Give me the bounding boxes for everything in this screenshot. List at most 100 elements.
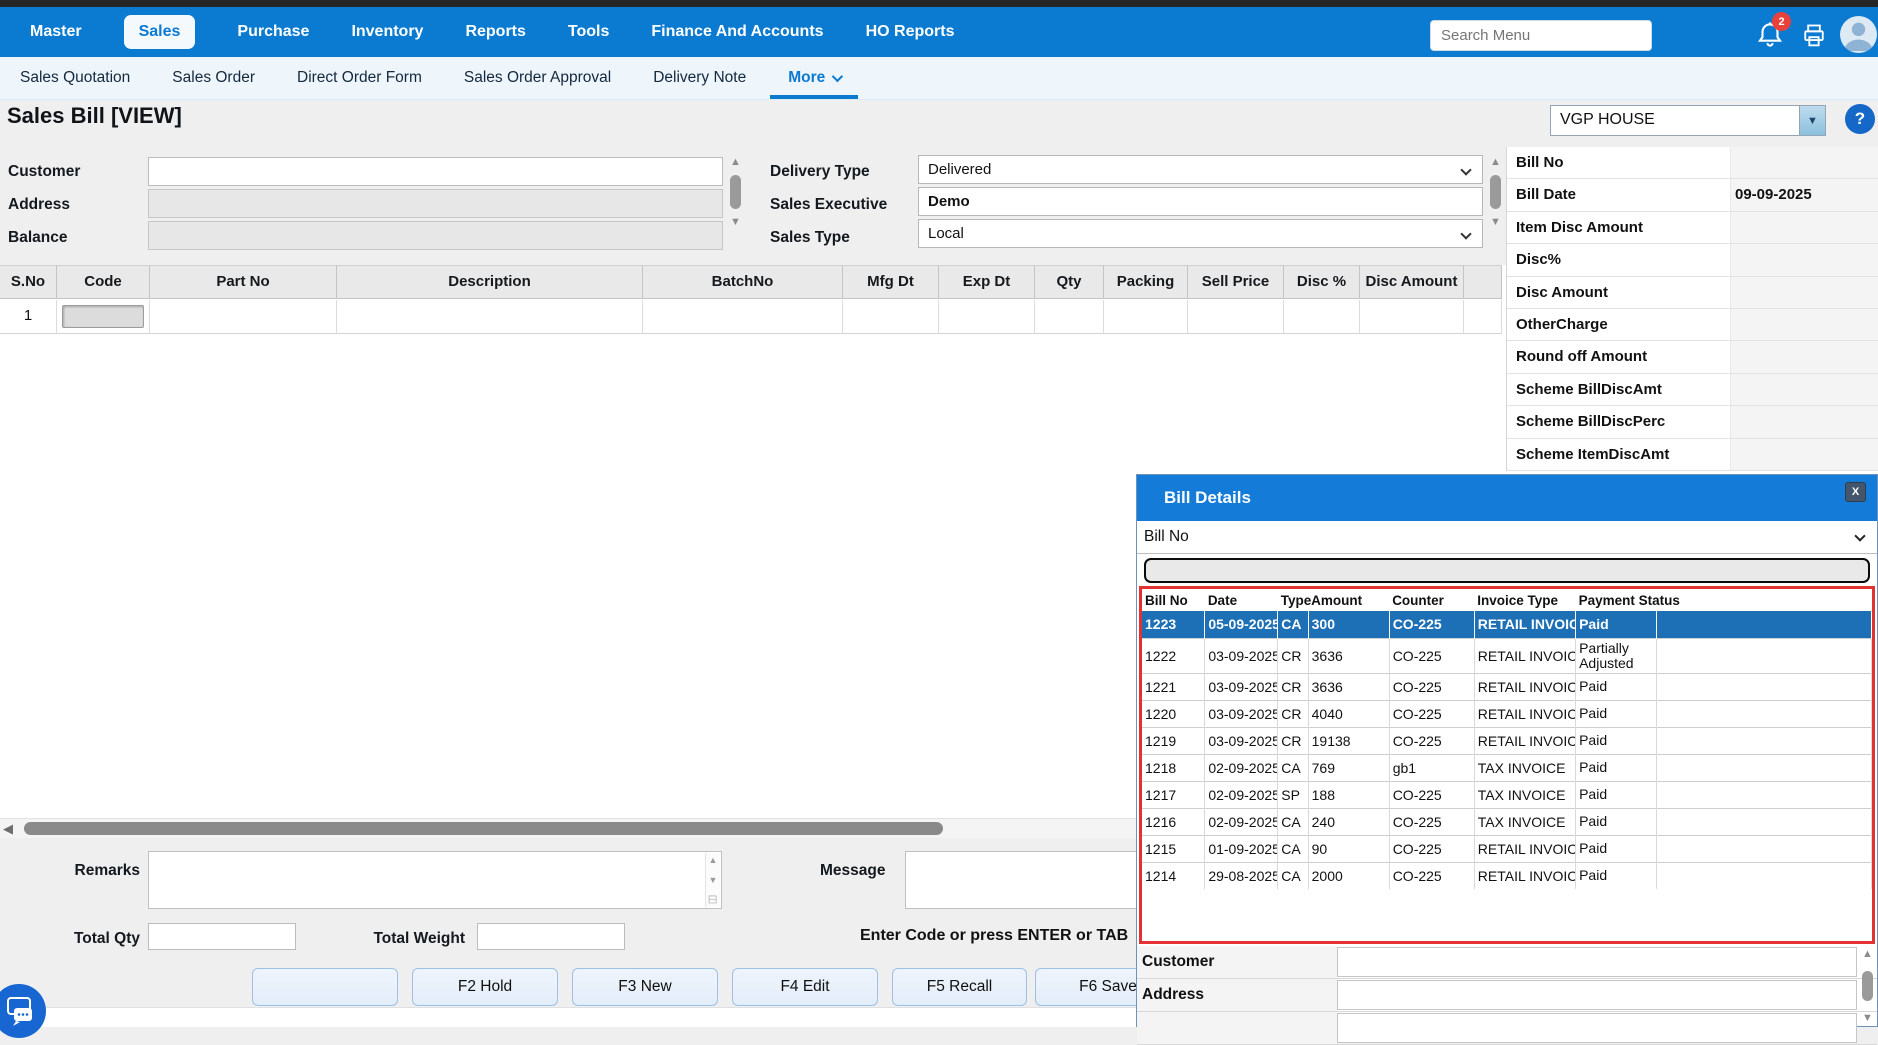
grid-first-row[interactable]: 1 <box>0 300 1502 334</box>
bill-cell[interactable]: CR <box>1278 638 1308 673</box>
bill-cell[interactable]: gb1 <box>1389 754 1474 781</box>
grid-cell-sell-price[interactable] <box>1188 300 1284 334</box>
bill-cell[interactable] <box>1657 673 1872 700</box>
bill-cell[interactable]: CR <box>1278 727 1308 754</box>
bill-cell[interactable]: RETAIL INVOICE <box>1474 835 1575 862</box>
remarks-textarea[interactable] <box>149 852 721 908</box>
grid-cell-s-no[interactable]: 1 <box>0 300 57 334</box>
bill-cell[interactable]: 1217 <box>1142 781 1205 808</box>
chat-widget-icon[interactable] <box>0 984 46 1038</box>
bill-cell[interactable]: RETAIL INVOICE <box>1474 862 1575 889</box>
bill-cell[interactable]: 03-09-2025 <box>1205 727 1278 754</box>
customer-input[interactable] <box>148 157 723 186</box>
nav-item-master[interactable]: Master <box>30 23 82 41</box>
bill-cell[interactable]: 29-08-2025 <box>1205 862 1278 889</box>
bill-cell[interactable]: RETAIL INVOICE <box>1474 727 1575 754</box>
f4-edit-button[interactable]: F4 Edit <box>732 968 878 1006</box>
bill-cell[interactable] <box>1657 754 1872 781</box>
sales-executive-field[interactable]: Demo <box>918 187 1483 216</box>
form-right-scrollbar[interactable]: ▲ ▼ <box>1487 155 1504 255</box>
nav-item-ho-reports[interactable]: HO Reports <box>866 23 955 41</box>
scroll-down-icon[interactable]: ▼ <box>709 875 718 885</box>
bill-cell[interactable] <box>1657 638 1872 673</box>
bill-cell[interactable]: 1215 <box>1142 835 1205 862</box>
nav-item-inventory[interactable]: Inventory <box>351 23 423 41</box>
bill-cell[interactable]: Paid <box>1576 862 1657 889</box>
bill-cell[interactable]: 188 <box>1308 781 1389 808</box>
bill-cell[interactable]: RETAIL INVOICE <box>1474 673 1575 700</box>
bill-cell[interactable]: 1220 <box>1142 700 1205 727</box>
bill-cell[interactable]: CA <box>1278 808 1308 835</box>
branch-select[interactable]: VGP HOUSE ▼ <box>1550 105 1826 136</box>
bill-cell[interactable]: CO-225 <box>1389 638 1474 673</box>
bill-cell[interactable]: 19138 <box>1308 727 1389 754</box>
bill-cell[interactable]: 90 <box>1308 835 1389 862</box>
bill-cell[interactable]: 02-09-2025 <box>1205 754 1278 781</box>
bill-row-1221[interactable]: 122103-09-2025CR3636CO-225RETAIL INVOICE… <box>1142 673 1872 700</box>
active-code-cell[interactable] <box>62 305 144 328</box>
bill-cell[interactable] <box>1657 700 1872 727</box>
dialog-customer-field[interactable] <box>1337 947 1857 977</box>
bill-cell[interactable]: 1216 <box>1142 808 1205 835</box>
bill-cell[interactable]: 1221 <box>1142 673 1205 700</box>
bill-cell[interactable]: 05-09-2025 <box>1205 611 1278 638</box>
subnav-item-sales-quotation[interactable]: Sales Quotation <box>2 57 148 99</box>
bill-cell[interactable]: CO-225 <box>1389 700 1474 727</box>
scroll-down-icon[interactable]: ▼ <box>1862 1012 1873 1024</box>
bill-cell[interactable] <box>1657 611 1872 638</box>
bill-filter-select[interactable]: Bill No <box>1137 521 1877 554</box>
form-left-scrollbar[interactable]: ▲ ▼ <box>727 155 744 255</box>
bill-cell[interactable]: 1218 <box>1142 754 1205 781</box>
bill-cell[interactable]: Paid <box>1576 781 1657 808</box>
bill-row-1220[interactable]: 122003-09-2025CR4040CO-225RETAIL INVOICE… <box>1142 700 1872 727</box>
bill-cell[interactable]: CO-225 <box>1389 673 1474 700</box>
subnav-item-delivery-note[interactable]: Delivery Note <box>635 57 764 99</box>
bill-cell[interactable]: Paid <box>1576 754 1657 781</box>
scroll-thumb[interactable] <box>1862 971 1873 1001</box>
address-input[interactable] <box>148 189 723 218</box>
delivery-type-select[interactable]: Delivered <box>918 155 1483 184</box>
bill-cell[interactable]: 02-09-2025 <box>1205 781 1278 808</box>
subnav-item-sales-order-approval[interactable]: Sales Order Approval <box>446 57 629 99</box>
bill-row-1214[interactable]: 121429-08-2025CA2000CO-225RETAIL INVOICE… <box>1142 862 1872 889</box>
bill-cell[interactable]: 4040 <box>1308 700 1389 727</box>
textarea-scroll-rail[interactable]: ▲ ▼ ◫ <box>705 853 720 907</box>
bill-cell[interactable]: 1222 <box>1142 638 1205 673</box>
bill-cell[interactable]: 03-09-2025 <box>1205 673 1278 700</box>
grid-cell-part-no[interactable] <box>150 300 337 334</box>
user-avatar[interactable] <box>1840 16 1877 53</box>
blank-button[interactable] <box>252 968 398 1006</box>
subnav-item-sales-order[interactable]: Sales Order <box>154 57 273 99</box>
bill-cell[interactable]: CA <box>1278 611 1308 638</box>
bill-cell[interactable]: CA <box>1278 862 1308 889</box>
close-icon[interactable]: X <box>1845 482 1866 502</box>
total-weight-input[interactable] <box>477 923 625 950</box>
bill-cell[interactable]: 769 <box>1308 754 1389 781</box>
subnav-item-more[interactable]: More <box>770 57 858 99</box>
bill-cell[interactable]: 3636 <box>1308 673 1389 700</box>
bill-cell[interactable]: Paid <box>1576 808 1657 835</box>
bill-cell[interactable] <box>1657 781 1872 808</box>
bill-cell[interactable]: Paid <box>1576 673 1657 700</box>
bill-row-1215[interactable]: 121501-09-2025CA90CO-225RETAIL INVOICEPa… <box>1142 835 1872 862</box>
bill-cell[interactable]: TAX INVOICE <box>1474 781 1575 808</box>
grid-cell-exp-dt[interactable] <box>939 300 1035 334</box>
bill-cell[interactable]: Partially Adjusted <box>1576 638 1657 673</box>
nav-item-tools[interactable]: Tools <box>568 23 609 41</box>
bill-search-input[interactable] <box>1144 558 1870 583</box>
bill-cell[interactable]: 03-09-2025 <box>1205 700 1278 727</box>
bill-cell[interactable]: 02-09-2025 <box>1205 808 1278 835</box>
nav-item-sales[interactable]: Sales <box>124 15 196 49</box>
bill-cell[interactable]: 1223 <box>1142 611 1205 638</box>
dialog-scrollbar[interactable]: ▲ ▼ <box>1859 948 1876 1024</box>
dialog-address-field[interactable] <box>1337 980 1857 1010</box>
bill-cell[interactable]: CO-225 <box>1389 727 1474 754</box>
nav-item-finance-and-accounts[interactable]: Finance And Accounts <box>651 23 823 41</box>
bill-cell[interactable]: CR <box>1278 673 1308 700</box>
bill-cell[interactable]: TAX INVOICE <box>1474 808 1575 835</box>
branch-select-arrow-icon[interactable]: ▼ <box>1799 106 1825 135</box>
bill-cell[interactable]: CA <box>1278 835 1308 862</box>
bill-cell[interactable]: CO-225 <box>1389 808 1474 835</box>
f5-recall-button[interactable]: F5 Recall <box>892 968 1027 1006</box>
bill-row-1219[interactable]: 121903-09-2025CR19138CO-225RETAIL INVOIC… <box>1142 727 1872 754</box>
